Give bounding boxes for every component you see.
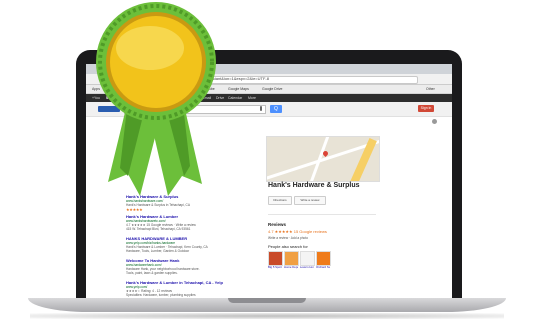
related-label[interactable]: Lowe's Home bbox=[300, 265, 314, 269]
related-thumb[interactable] bbox=[268, 251, 283, 266]
result-snippet: Hardware, Tools, Lumber, Garden & Outdoo… bbox=[126, 249, 190, 253]
sign-in-button[interactable]: Sign in bbox=[418, 105, 434, 112]
result-snippet: Tools, paint, lawn & garden supplies. bbox=[126, 271, 178, 275]
award-medal-icon bbox=[96, 2, 216, 196]
related-label[interactable]: Orchard Supply bbox=[316, 265, 330, 269]
bookmark-item[interactable]: Other bbox=[426, 86, 435, 93]
business-title: Hank's Hardware & Surplus bbox=[268, 182, 360, 189]
directions-button[interactable]: Directions bbox=[268, 196, 292, 205]
search-button[interactable]: Q bbox=[270, 105, 282, 113]
related-thumb[interactable] bbox=[316, 251, 331, 266]
related-label[interactable]: Home Depot bbox=[284, 265, 298, 269]
medal-highlight bbox=[116, 26, 184, 70]
laptop-notch bbox=[228, 298, 306, 303]
gbar-item[interactable]: Calendar bbox=[228, 94, 242, 102]
result-snippet: Specialties: Hardware, lumber, plumbing … bbox=[126, 293, 196, 297]
gear-icon[interactable] bbox=[432, 119, 437, 124]
microphone-icon[interactable] bbox=[260, 106, 262, 111]
review-actions[interactable]: Write a review · Add a photo bbox=[268, 236, 308, 240]
map-thumbnail[interactable] bbox=[266, 136, 380, 182]
result-snippet: 415 W. Tehachapi Blvd, Tehachapi, CA 935… bbox=[126, 227, 191, 231]
write-review-button[interactable]: Write a review bbox=[294, 196, 326, 205]
reviews-heading: Reviews bbox=[268, 222, 287, 227]
related-thumb[interactable] bbox=[300, 251, 315, 266]
bookmark-item[interactable]: Google Drive bbox=[262, 86, 282, 93]
laptop-shadow bbox=[30, 313, 504, 319]
related-thumb[interactable] bbox=[284, 251, 299, 266]
divider bbox=[268, 214, 376, 215]
gbar-item[interactable]: More bbox=[248, 94, 256, 102]
related-label[interactable]: Big 5 Sporting Goods bbox=[268, 265, 282, 269]
also-search-heading: People also search for bbox=[268, 244, 308, 249]
rating-summary[interactable]: 4.7 ★★★★★ 15 Google reviews bbox=[268, 229, 327, 234]
bookmark-item[interactable]: Google Maps bbox=[228, 86, 249, 93]
result-stars: ★★★★★ bbox=[126, 207, 143, 212]
